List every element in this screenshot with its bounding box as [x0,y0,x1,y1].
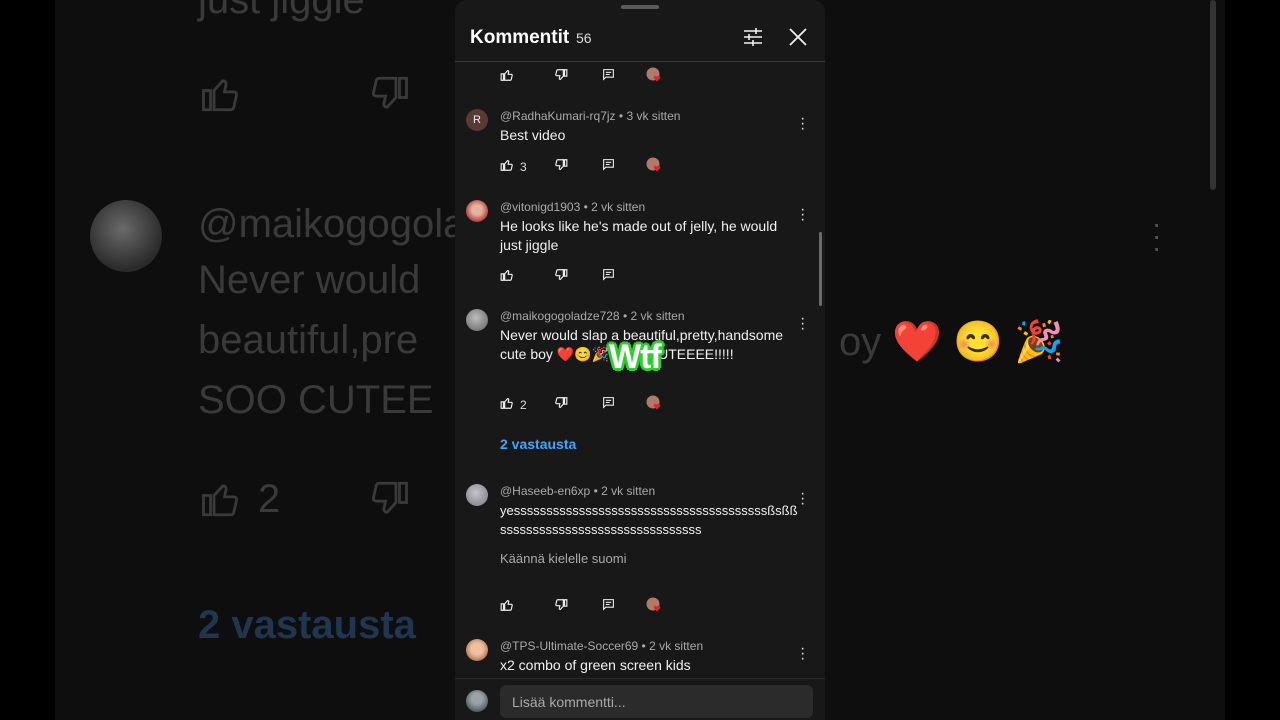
bg-like-count: 2 [258,477,281,521]
reply-icon[interactable] [602,68,615,81]
comment-time: 2 vk sitten [601,484,656,498]
comment-author[interactable]: @maikogogoladze728 [500,309,620,323]
comment-time: 2 vk sitten [649,639,704,653]
comment-time: 2 vk sitten [591,200,646,214]
dislike-icon[interactable] [554,598,568,612]
comment-text: Best video [500,127,566,143]
comment-actions [500,597,700,618]
comment-author[interactable]: @TPS-Ultimate-Soccer69 [500,639,638,653]
like-icon[interactable] [500,68,514,82]
translate-link[interactable]: Käännä kielelle suomi [500,551,626,566]
more-options-icon[interactable]: · · · [800,202,805,228]
reply-icon[interactable] [602,396,615,409]
more-options-icon[interactable]: · · · [800,311,805,337]
bg-more-icon: · · · [1152,208,1162,263]
filter-sort-icon[interactable] [741,25,765,49]
bg-text-top: just jiggle [198,0,365,22]
comment-time: 2 vk sitten [630,309,685,323]
more-options-icon[interactable]: · · · [800,486,805,512]
reply-icon[interactable] [602,598,615,611]
bg-line2: beautiful,pre [198,318,419,362]
add-comment-input[interactable] [500,685,813,718]
bg-replies: 2 vastausta [198,603,416,647]
comment-text: yessssssssssssssssssssssssssssssssssssss… [500,503,798,537]
view-replies-link[interactable]: 2 vastausta [500,436,576,452]
dislike-icon[interactable] [554,268,568,282]
bg-line2-right: oy ❤️ 😊 🎉 [839,320,1064,364]
like-icon[interactable] [500,158,514,172]
bg-like-icon [202,79,239,112]
user-avatar [466,690,488,712]
bg-like-icon-2 [202,484,239,517]
comment-author[interactable]: @RadhaKumari-rq7jz [500,109,616,123]
bg-scrollbar [1210,0,1216,190]
avatar[interactable] [466,484,488,506]
avatar[interactable] [466,200,488,222]
comment-composer [455,678,825,720]
drag-handle[interactable] [621,5,659,9]
comments-count: 56 [576,30,592,46]
avatar[interactable]: R [466,109,488,131]
avatar[interactable] [466,309,488,331]
bg-dislike-icon-2 [371,481,408,514]
dislike-icon[interactable] [554,396,568,410]
more-options-icon[interactable]: · · · [800,111,805,137]
comment-author[interactable]: @vitonigd1903 [500,200,580,214]
like-count: 3 [520,160,527,174]
creator-heart-icon [646,67,661,82]
wtf-sticker: Wtf [609,338,662,376]
comment-meta: @Haseeb-en6xp • 2 vk sitten [500,484,656,498]
like-icon[interactable] [500,268,514,282]
comment-meta: @TPS-Ultimate-Soccer69 • 2 vk sitten [500,639,704,653]
creator-heart-icon [646,157,661,172]
avatar[interactable] [466,639,488,661]
bg-username: @maikogogola [198,202,466,246]
comment-meta: @RadhaKumari-rq7jz • 3 vk sitten [500,109,681,123]
dislike-icon[interactable] [554,68,568,82]
comment-actions-partial [500,67,700,88]
comment-text: x2 combo of green screen kids [500,657,691,673]
bg-dislike-icon [371,76,408,109]
comment-actions: 2 [500,395,700,416]
bg-line3: SOO CUTEE [198,378,434,422]
creator-heart-icon [646,395,661,410]
comment-actions: 3 [500,157,700,178]
close-icon[interactable] [786,25,810,49]
reply-icon[interactable] [602,268,615,281]
comments-header: Kommentit 56 [455,0,825,62]
reply-icon[interactable] [602,158,615,171]
like-icon[interactable] [500,396,514,410]
comment-meta: @maikogogoladze728 • 2 vk sitten [500,309,685,323]
comments-scrollbar[interactable] [819,232,822,306]
comment-time: 3 vk sitten [626,109,681,123]
creator-heart-icon [646,597,661,612]
like-count: 2 [520,398,527,412]
more-options-icon[interactable]: · · · [800,641,805,667]
like-icon[interactable] [500,598,514,612]
dislike-icon[interactable] [554,158,568,172]
bg-avatar [90,200,162,272]
comment-actions [500,268,700,288]
comment-text: He looks like he's made out of jelly, he… [500,218,778,253]
comment-meta: @vitonigd1903 • 2 vk sitten [500,200,646,214]
comment-author[interactable]: @Haseeb-en6xp [500,484,590,498]
comments-title: Kommentit [470,27,570,48]
bg-line1: Never would [198,258,421,302]
